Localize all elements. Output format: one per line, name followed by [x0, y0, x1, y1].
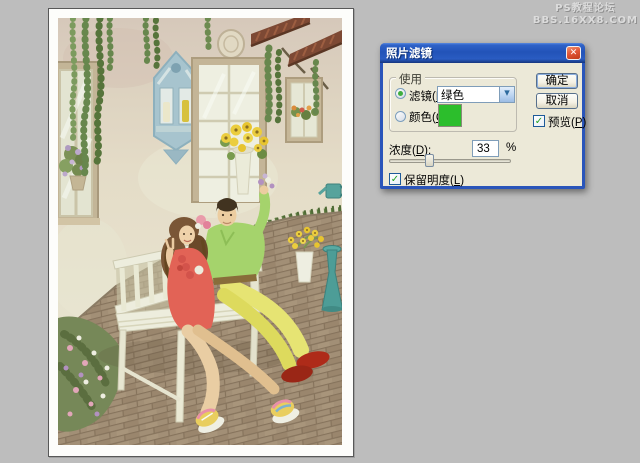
density-input[interactable] — [472, 140, 499, 157]
watermark-line2: BBS.16XX8.COM — [533, 15, 638, 27]
photo-filter-dialog: 照片滤镜 ✕ 使用 滤镜(F): 绿色 ▾ 颜色(C): 确定 取消 ✓ 预览(… — [380, 43, 585, 189]
close-button[interactable]: ✕ — [566, 46, 581, 60]
check-icon: ✓ — [535, 116, 543, 127]
dialog-titlebar[interactable]: 照片滤镜 ✕ — [380, 43, 585, 63]
density-slider-thumb[interactable] — [425, 154, 434, 167]
preview-checkbox[interactable]: ✓ — [533, 115, 545, 127]
ok-button[interactable]: 确定 — [536, 73, 578, 89]
preserve-luminosity-label: 保留明度(L) — [404, 172, 464, 188]
color-radio[interactable] — [395, 111, 406, 122]
filter-radio[interactable] — [395, 88, 406, 99]
density-unit: % — [506, 142, 516, 154]
density-slider-track[interactable] — [389, 159, 511, 163]
radio-dot — [398, 91, 403, 96]
use-group-label: 使用 — [396, 71, 425, 87]
preserve-luminosity-checkbox[interactable]: ✓ — [389, 173, 401, 185]
photo-canvas — [58, 18, 342, 445]
watermark-line1: PS教程论坛 — [533, 3, 638, 15]
filter-dropdown[interactable]: 绿色 ▾ — [437, 86, 515, 103]
site-watermark: PS教程论坛 BBS.16XX8.COM — [533, 3, 638, 27]
cancel-button[interactable]: 取消 — [536, 93, 578, 109]
photoshop-workspace: { "watermark": { "line1": "PS教程论坛", "lin… — [0, 0, 640, 463]
preview-checkbox-label: 预览(P) — [548, 114, 586, 130]
photo-filter-tint — [58, 18, 342, 445]
dialog-title: 照片滤镜 — [380, 45, 566, 61]
chevron-down-icon[interactable]: ▾ — [499, 87, 514, 102]
check-icon: ✓ — [391, 174, 399, 185]
close-icon: ✕ — [570, 48, 578, 58]
filter-dropdown-value: 绿色 — [438, 87, 499, 103]
color-swatch[interactable] — [438, 104, 462, 127]
photo-document — [48, 8, 354, 457]
dialog-body: 使用 滤镜(F): 绿色 ▾ 颜色(C): 确定 取消 ✓ 预览(P) 浓度(D… — [383, 63, 582, 186]
